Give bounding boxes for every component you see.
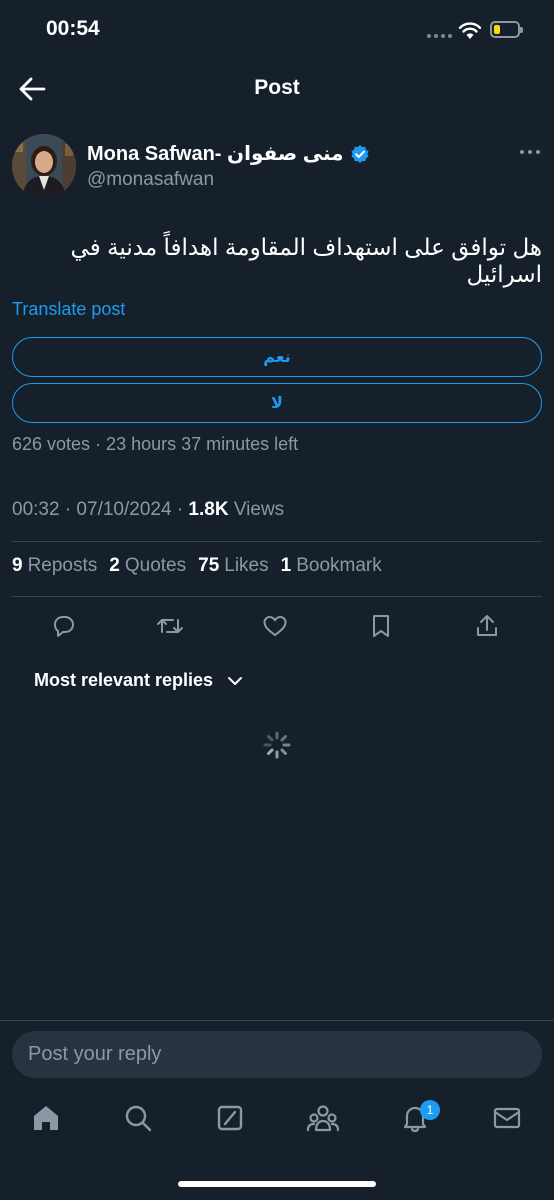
divider — [0, 1020, 554, 1021]
tab-communities[interactable] — [305, 1100, 341, 1136]
status-bar: 00:54 — [0, 0, 554, 60]
tab-grok[interactable] — [212, 1100, 248, 1136]
bookmark-icon — [373, 615, 389, 637]
verified-badge-icon — [350, 144, 369, 163]
battery-icon — [490, 21, 523, 38]
more-dots-icon[interactable] — [518, 142, 542, 162]
poll-meta: 626 votes · 23 hours 37 minutes left — [12, 434, 299, 454]
post-text: هل توافق على استهداف المقاومة اهدافاً مد… — [70, 234, 542, 287]
author-name-text: Mona Safwan- منى صفوان — [87, 143, 344, 165]
wifi-icon — [458, 22, 482, 39]
stat-reposts[interactable]: 9 Reposts — [12, 555, 97, 577]
author-handle[interactable]: @monasafwan — [87, 169, 214, 191]
signal-icon — [427, 34, 452, 38]
heart-icon — [263, 616, 287, 636]
mail-icon — [493, 1107, 521, 1129]
poll-option-no[interactable]: لا — [12, 383, 542, 423]
reply-button[interactable] — [48, 610, 80, 642]
chevron-down-icon — [228, 676, 243, 685]
views-label: Views — [228, 499, 285, 520]
share-icon — [477, 615, 497, 636]
home-indicator[interactable] — [178, 1181, 376, 1187]
comment-icon — [54, 616, 74, 637]
tab-home[interactable] — [28, 1100, 64, 1136]
bookmark-button[interactable] — [365, 610, 397, 642]
loading-spinner-icon — [263, 731, 291, 759]
views-count: 1.8K — [188, 499, 229, 520]
divider — [12, 596, 542, 597]
replies-sort-label: Most relevant replies — [34, 670, 214, 690]
replies-sort-dropdown[interactable]: Most relevant replies — [34, 670, 243, 691]
tab-messages[interactable] — [489, 1100, 525, 1136]
repost-button[interactable] — [154, 610, 186, 642]
author-name[interactable]: Mona Safwan- منى صفوان — [87, 141, 370, 166]
poll-option-yes[interactable]: نعم — [12, 337, 542, 377]
divider — [12, 541, 542, 542]
page-title: Post — [254, 76, 300, 99]
like-button[interactable] — [259, 610, 291, 642]
share-button[interactable] — [471, 610, 503, 642]
top-bar: Post — [0, 64, 554, 114]
engagement-stats: 9 Reposts 2 Quotes 75 Likes 1 Bookmark — [12, 555, 382, 577]
grok-icon — [217, 1105, 243, 1131]
repost-icon — [157, 619, 183, 633]
bottom-tab-bar — [0, 1100, 554, 1145]
avatar[interactable] — [12, 134, 76, 198]
reply-input[interactable]: Post your reply — [12, 1031, 542, 1078]
search-icon — [125, 1105, 152, 1132]
tab-search[interactable] — [120, 1100, 156, 1136]
stat-quotes[interactable]: 2 Quotes — [109, 555, 186, 577]
translate-post-link[interactable]: Translate post — [12, 299, 125, 320]
status-time: 00:54 — [46, 17, 100, 40]
communities-icon — [306, 1105, 340, 1132]
notifications-badge: 1 — [420, 1100, 440, 1120]
stat-likes[interactable]: 75 Likes — [198, 555, 269, 577]
stat-bookmarks[interactable]: 1 Bookmark — [281, 555, 382, 577]
home-icon — [34, 1106, 58, 1130]
action-bar — [0, 610, 554, 642]
post-timestamp: 00:32 · 07/10/2024 · 1.8K Views — [12, 499, 284, 521]
post-date: 00:32 · 07/10/2024 · — [12, 499, 189, 520]
